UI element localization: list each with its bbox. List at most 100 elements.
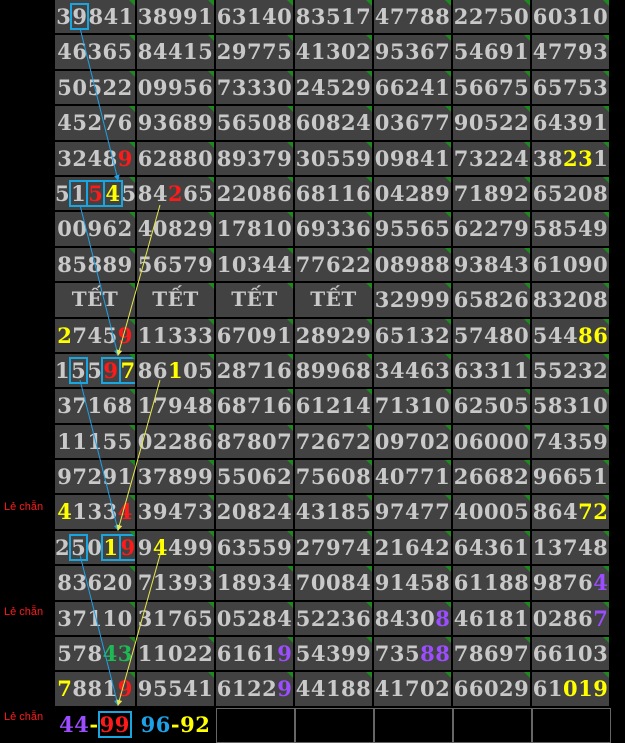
result-digit: 5 (55, 180, 71, 206)
results-row: 41334 39473 20824 43185 97477 40005 86472 (55, 495, 625, 531)
result-digit: 1 (578, 676, 594, 702)
result-digit: 4 (87, 322, 103, 348)
result-cell: 31765 (137, 601, 216, 638)
prediction-b: 99 (97, 710, 132, 738)
result-cell: 57480 (453, 318, 532, 354)
result-digit: 7 (562, 570, 579, 596)
result-digit: 8 (578, 322, 594, 348)
result-cell: 37168 (55, 389, 137, 425)
result-digit: 2 (562, 145, 579, 171)
result-cell: 95367 (374, 35, 453, 71)
result-digit: 3 (389, 641, 405, 667)
result-cell: 62505 (453, 389, 532, 425)
result-digit: 4 (547, 322, 563, 348)
result-digit: 0 (562, 676, 579, 702)
result-cell: 32999 (374, 283, 453, 319)
result-cell: 26682 (453, 460, 532, 496)
result-digit: 8 (137, 357, 153, 383)
result-cell: 66029 (453, 672, 532, 708)
result-cell: 63311 (453, 353, 532, 390)
result-digit: 5 (57, 641, 73, 667)
result-cell: 46365 (55, 35, 137, 71)
result-digit: 7 (72, 322, 88, 348)
result-cell: 17810 (216, 212, 295, 248)
result-digit: 3 (57, 145, 73, 171)
result-cell: 93689 (137, 106, 216, 142)
result-digit: 5 (198, 357, 214, 383)
result-cell: 89379 (216, 141, 295, 177)
result-digit: 5 (532, 322, 548, 348)
result-cell: 29775 (216, 35, 295, 71)
result-cell: 61188 (453, 566, 532, 602)
result-cell: 47788 (374, 0, 453, 36)
result-digit: 4 (593, 570, 609, 596)
result-cell: TẾT (295, 283, 374, 319)
results-row: 57843 11022 61619 54399 73588 78697 66103 (55, 637, 625, 673)
result-digit: 6 (183, 180, 199, 206)
result-cell: 69336 (295, 212, 374, 248)
result-cell: 10344 (216, 247, 295, 284)
result-cell: 71393 (137, 566, 216, 602)
results-row: 00962 40829 17810 69336 95565 62279 58549 (55, 212, 625, 248)
result-digit: 5 (404, 641, 421, 667)
result-cell: 62279 (453, 212, 532, 248)
results-row: 46365 84415 29775 41302 95367 54691 47793 (55, 35, 625, 71)
result-cell: 61090 (532, 247, 611, 284)
result-cell: 54486 (532, 318, 611, 354)
prediction-row: 44-99 96-92 (55, 707, 625, 743)
result-cell: 02867 (532, 601, 611, 638)
result-cell: 73588 (374, 637, 453, 673)
result-digit: 0 (532, 605, 548, 631)
results-row: TẾT TẾT TẾT TẾT 32999 65826 83208 (55, 283, 625, 319)
left-sidebar: Lẻ chẵn Lẻ chẵn Lẻ chẵn (0, 0, 55, 737)
result-cell: 41702 (374, 672, 453, 708)
result-cell: 86472 (532, 495, 611, 531)
result-cell: 61619 (216, 637, 295, 673)
result-cell: 56675 (453, 70, 532, 107)
result-cell: 22750 (453, 0, 532, 36)
result-cell: 17948 (137, 389, 216, 425)
result-cell: 83620 (55, 566, 137, 602)
result-cell: 11155 (55, 424, 137, 461)
result-cell: 90522 (453, 106, 532, 142)
result-digit: 7 (593, 605, 609, 631)
result-cell: 84265 (137, 176, 216, 213)
result-digit: 6 (593, 322, 609, 348)
result-cell: 44188 (295, 672, 374, 708)
result-digit: 3 (87, 499, 103, 525)
result-digit: 9 (532, 570, 548, 596)
result-cell: 06000 (453, 424, 532, 461)
result-digit: 1 (231, 676, 247, 702)
result-cell: 67091 (216, 318, 295, 354)
result-cell: 85889 (55, 247, 137, 284)
result-digit: 9 (593, 676, 609, 702)
result-digit: 5 (69, 533, 89, 561)
result-digit: 1 (72, 499, 88, 525)
result-cell: 61229 (216, 672, 295, 708)
result-digit: 8 (420, 641, 436, 667)
result-cell: 09841 (374, 141, 453, 177)
result-cell: 78697 (453, 637, 532, 673)
results-row: 11155 02286 87807 72672 09702 06000 74359 (55, 424, 625, 461)
result-cell: 70084 (295, 566, 374, 602)
result-digit: 5 (87, 357, 103, 383)
prediction-d: 92 (180, 711, 211, 737)
result-digit: 8 (435, 605, 451, 631)
result-digit: 5 (86, 179, 106, 207)
result-digit: 1 (167, 357, 184, 383)
result-cell: 56579 (137, 247, 216, 284)
result-cell: 68716 (216, 389, 295, 425)
result-cell: 73330 (216, 70, 295, 107)
result-digit: 4 (103, 4, 119, 29)
result-cell: 55232 (532, 353, 611, 390)
result-digit: 4 (57, 499, 73, 525)
result-cell: 45276 (55, 106, 137, 142)
results-row: 97291 37899 55062 75608 40771 26682 96651 (55, 460, 625, 496)
result-cell: 77622 (295, 247, 374, 284)
result-digit: 4 (562, 499, 579, 525)
result-digit: 9 (137, 534, 153, 560)
results-row: 78819 95541 61229 44188 41702 66029 61019 (55, 672, 625, 708)
result-cell: 56508 (216, 106, 295, 142)
result-cell: 63559 (216, 530, 295, 567)
result-digit: 4 (102, 641, 118, 667)
